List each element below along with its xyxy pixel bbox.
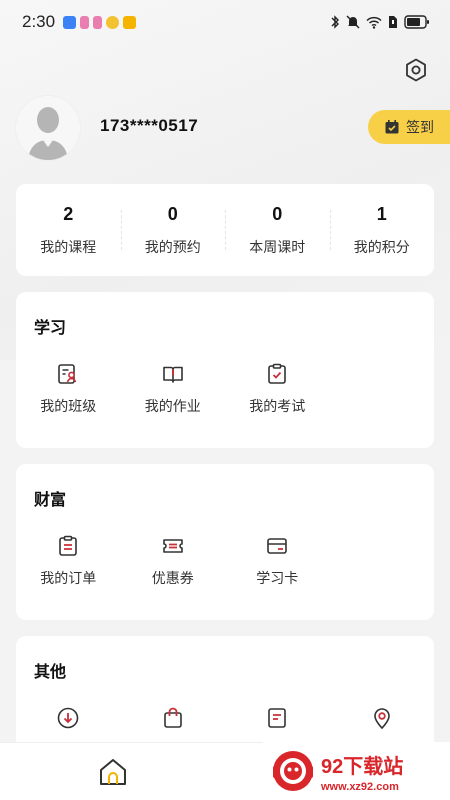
coupon-icon — [162, 539, 183, 553]
watermark-url: www.xz92.com — [321, 780, 399, 793]
stat-value: 0 — [167, 203, 178, 224]
wifi-icon — [366, 16, 382, 29]
grid-label: 我的作业 — [144, 399, 201, 415]
homework-book-icon — [162, 366, 183, 383]
stat-label: 我的课程 — [40, 239, 97, 256]
stat-value: 1 — [376, 203, 387, 224]
wealth-section: 财富 我的订单 优惠券 学习卡 — [16, 464, 434, 620]
download-icon — [57, 707, 79, 729]
watermark-text: 92下载站 www.xz92.com — [321, 750, 403, 793]
shopping-bag-icon — [163, 707, 182, 728]
bluetooth-icon — [331, 15, 339, 29]
pink-app-icon — [93, 15, 103, 29]
battery-icon — [404, 15, 429, 29]
gear-icon — [406, 58, 426, 82]
signin-button[interactable]: 签到 — [368, 110, 450, 144]
calendar-check-icon — [385, 120, 399, 134]
learn-grid: 我的班级 我的作业 我的考试 — [16, 362, 434, 416]
wealth-grid: 我的订单 优惠券 学习卡 — [16, 534, 434, 588]
vpn-shield-icon — [63, 15, 77, 29]
notes-item[interactable] — [225, 706, 330, 730]
sim-icon — [389, 16, 397, 28]
other-grid — [16, 706, 434, 730]
grid-label: 我的考试 — [249, 399, 306, 415]
section-title: 其他 — [34, 662, 67, 681]
status-time: 2:30 — [22, 12, 56, 31]
home-icon — [100, 759, 126, 785]
pink-app-icon — [80, 15, 90, 29]
stat-points[interactable]: 1 我的积分 — [329, 184, 435, 276]
home-tab[interactable] — [96, 755, 130, 789]
study-card-item[interactable]: 学习卡 — [225, 534, 330, 588]
location-item[interactable] — [330, 706, 435, 730]
watermark-logo-icon — [273, 751, 313, 791]
profile-header: 173****0517 签到 — [16, 96, 450, 162]
stat-label: 我的积分 — [353, 239, 410, 256]
stat-value: 0 — [272, 203, 283, 224]
download-item[interactable] — [16, 706, 121, 730]
grid-label: 优惠券 — [151, 571, 194, 587]
stat-value: 2 — [63, 203, 74, 224]
stat-label: 我的预约 — [144, 239, 201, 256]
exam-clipboard-icon — [268, 363, 287, 384]
grid-label: 学习卡 — [256, 571, 299, 587]
my-class-item[interactable]: 我的班级 — [16, 362, 121, 416]
watermark-title: 92下载站 — [321, 755, 404, 778]
avatar[interactable] — [16, 96, 80, 160]
coupons-item[interactable]: 优惠券 — [121, 534, 226, 588]
learn-section: 学习 我的班级 我的作业 我的考试 — [16, 292, 434, 448]
location-pin-icon — [373, 708, 390, 730]
stats-card: 2 我的课程 0 我的预约 0 本周课时 1 我的积分 — [16, 184, 434, 276]
watermark: 92下载站 www.xz92.com — [263, 742, 450, 800]
stat-appointments[interactable]: 0 我的预约 — [120, 184, 226, 276]
stat-label: 本周课时 — [249, 239, 306, 256]
user-phone: 173****0517 — [100, 116, 199, 135]
my-exam-item[interactable]: 我的考试 — [225, 362, 330, 416]
weibo-icon — [106, 15, 120, 29]
order-list-icon — [59, 535, 78, 556]
grid-label: 我的订单 — [40, 571, 97, 587]
section-title: 学习 — [34, 318, 67, 337]
notes-icon — [268, 708, 287, 728]
notification-icons — [63, 15, 137, 29]
stat-courses[interactable]: 2 我的课程 — [16, 184, 121, 276]
mute-icon — [346, 15, 360, 29]
system-icons — [330, 15, 430, 29]
settings-button[interactable] — [402, 56, 430, 84]
my-orders-item[interactable]: 我的订单 — [16, 534, 121, 588]
shop-item[interactable] — [121, 706, 226, 730]
stat-weekly-hours[interactable]: 0 本周课时 — [225, 184, 330, 276]
section-title: 财富 — [34, 490, 67, 509]
study-card-icon — [267, 538, 288, 554]
default-avatar-icon — [16, 96, 80, 160]
grid-label: 我的班级 — [40, 399, 97, 415]
my-homework-item[interactable]: 我的作业 — [121, 362, 226, 416]
yellow-app-icon — [123, 15, 137, 29]
class-roster-icon — [58, 364, 77, 384]
signin-label: 签到 — [406, 120, 434, 136]
status-bar: 2:30 — [0, 0, 450, 44]
